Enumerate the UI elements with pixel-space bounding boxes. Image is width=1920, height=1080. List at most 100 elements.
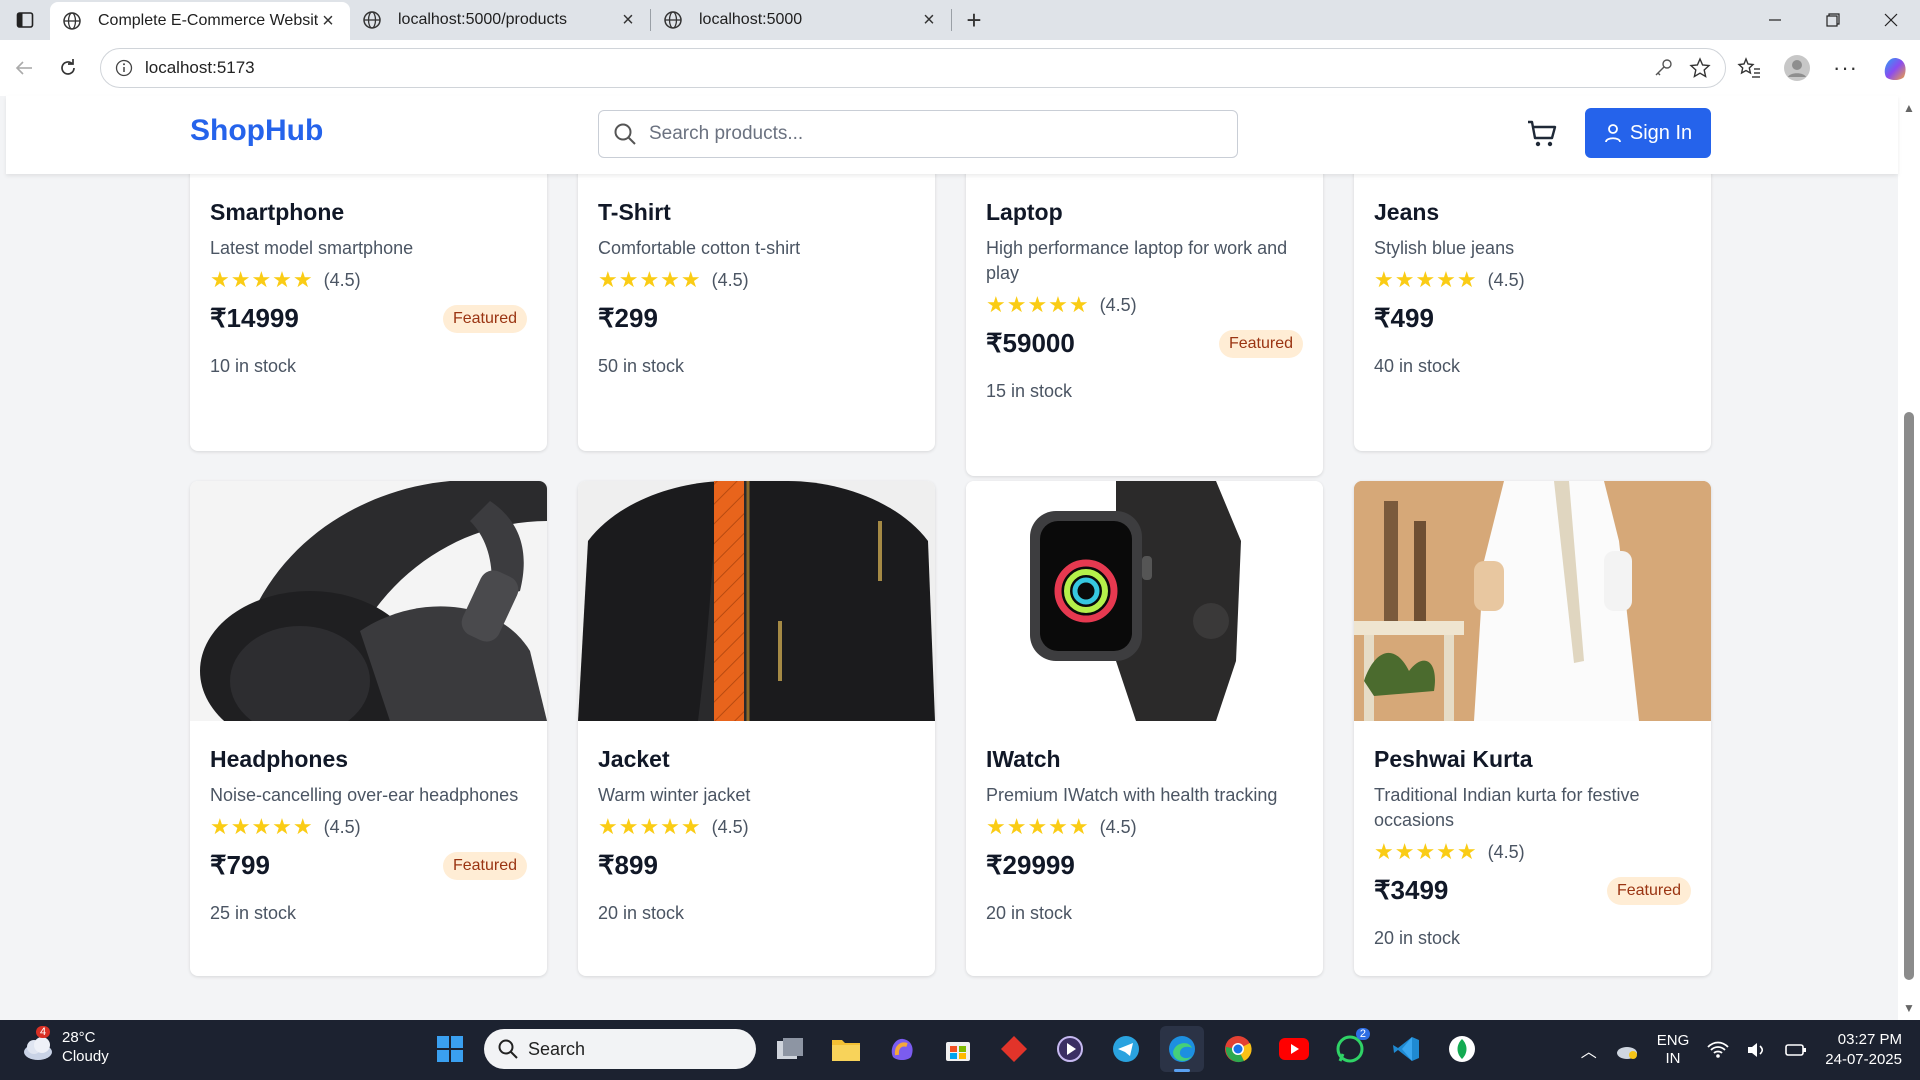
more-options-icon[interactable]: ··· xyxy=(1833,55,1858,81)
close-tab-icon[interactable]: × xyxy=(618,9,638,31)
cart-icon xyxy=(1528,120,1557,147)
product-card-iwatch[interactable]: IWatch Premium IWatch with health tracki… xyxy=(966,481,1323,976)
taskbar-search-label: Search xyxy=(528,1038,586,1059)
search-icon xyxy=(498,1039,518,1059)
product-description: Traditional Indian kurta for festive occ… xyxy=(1374,785,1640,830)
close-tab-icon[interactable]: × xyxy=(318,10,338,32)
product-rating: ★★★★★ (4.5) xyxy=(1374,267,1691,293)
back-button[interactable] xyxy=(4,48,44,88)
media-player-icon[interactable] xyxy=(1048,1026,1092,1072)
taskbar-search[interactable]: Search xyxy=(484,1029,756,1069)
tab-title: localhost:5000 xyxy=(699,11,803,28)
git-app-icon[interactable] xyxy=(992,1026,1036,1072)
edge-browser-icon[interactable] xyxy=(1160,1026,1204,1072)
product-description: Noise-cancelling over-ear headphones xyxy=(210,785,519,805)
sign-in-label: Sign In xyxy=(1629,121,1693,144)
browser-toolbar-right: ··· xyxy=(1737,48,1910,88)
tab-products[interactable]: localhost:5000/products × xyxy=(350,2,650,38)
product-price: ₹299 xyxy=(598,303,658,333)
clock[interactable]: 03:27 PM 24-07-2025 xyxy=(1825,1030,1902,1070)
close-window-button[interactable] xyxy=(1862,0,1920,40)
minimize-icon xyxy=(1769,19,1781,21)
rating-value: (4.5) xyxy=(711,816,749,837)
product-name: Laptop xyxy=(986,199,1063,225)
volume-icon[interactable] xyxy=(1747,1041,1767,1059)
restore-button[interactable] xyxy=(1804,0,1862,40)
battery-icon[interactable] xyxy=(1785,1042,1807,1058)
product-description: Comfortable cotton t-shirt xyxy=(598,238,801,258)
whatsapp-icon[interactable]: 2 xyxy=(1328,1026,1372,1072)
search-input[interactable] xyxy=(649,123,1223,145)
chevron-up-icon[interactable]: ︿ xyxy=(1581,1038,1597,1062)
product-image-kurta xyxy=(1354,481,1711,721)
rating-value: (4.5) xyxy=(323,269,361,290)
product-description: Premium IWatch with health tracking xyxy=(986,785,1278,805)
copilot-app-icon[interactable] xyxy=(880,1026,924,1072)
copilot-icon[interactable] xyxy=(1880,53,1910,83)
telegram-icon[interactable] xyxy=(1104,1026,1148,1072)
chrome-icon[interactable] xyxy=(1216,1026,1260,1072)
page-scrollbar[interactable]: ▲ ▼ xyxy=(1898,96,1920,1020)
wifi-icon[interactable] xyxy=(1707,1041,1729,1059)
tab-actions-button[interactable] xyxy=(0,0,50,40)
tab-actions-icon xyxy=(16,12,34,28)
product-price: ₹499 xyxy=(1374,303,1434,333)
file-explorer-icon[interactable] xyxy=(824,1026,868,1072)
vscode-icon[interactable] xyxy=(1384,1026,1428,1072)
refresh-button[interactable] xyxy=(48,48,88,88)
start-button[interactable] xyxy=(428,1026,472,1072)
weather-badge: 4 xyxy=(36,1026,51,1038)
product-name: Peshwai Kurta xyxy=(1374,746,1533,772)
product-stock: 20 in stock xyxy=(1374,928,1461,948)
sign-in-button[interactable]: Sign In xyxy=(1585,108,1711,158)
rating-value: (4.5) xyxy=(1099,294,1137,315)
scroll-down-icon[interactable]: ▼ xyxy=(1903,1002,1915,1014)
product-card-headphones[interactable]: Headphones Noise-cancelling over-ear hea… xyxy=(190,481,547,976)
mongodb-icon[interactable] xyxy=(1440,1026,1484,1072)
tab-localhost[interactable]: localhost:5000 × xyxy=(651,2,951,38)
new-tab-button[interactable]: + xyxy=(952,2,996,38)
product-card-peshwai-kurta[interactable]: Peshwai Kurta Traditional Indian kurta f… xyxy=(1354,481,1711,976)
microsoft-store-icon[interactable] xyxy=(936,1026,980,1072)
clock-date: 24-07-2025 xyxy=(1825,1051,1902,1068)
scrollbar-thumb[interactable] xyxy=(1904,412,1914,980)
product-stock: 15 in stock xyxy=(986,381,1073,401)
language-indicator[interactable]: ENG IN xyxy=(1657,1032,1690,1068)
favorite-star-icon[interactable] xyxy=(1689,57,1711,79)
product-card-smartphone[interactable]: Smartphone Latest model smartphone ★★★★★… xyxy=(190,174,547,451)
product-card-tshirt[interactable]: T-Shirt Comfortable cotton t-shirt ★★★★★… xyxy=(578,174,935,451)
site-info-icon[interactable] xyxy=(115,59,133,77)
window-controls xyxy=(1746,0,1920,40)
tab-ecommerce[interactable]: Complete E-Commerce Website × xyxy=(50,2,350,40)
scroll-up-icon[interactable]: ▲ xyxy=(1903,102,1915,114)
shophub-logo[interactable]: ShopHub xyxy=(190,114,323,148)
product-card-jacket[interactable]: Jacket Warm winter jacket ★★★★★ (4.5) ₹89… xyxy=(578,481,935,976)
task-view-icon[interactable] xyxy=(768,1026,812,1072)
product-name: Jacket xyxy=(598,746,670,772)
weather-widget[interactable]: 4 28°C Cloudy xyxy=(20,1026,109,1066)
minimize-button[interactable] xyxy=(1746,0,1804,40)
cart-button[interactable] xyxy=(1524,116,1560,152)
product-stock: 10 in stock xyxy=(210,356,297,376)
browser-tab-strip: Complete E-Commerce Website × localhost:… xyxy=(0,0,1920,40)
profile-avatar-icon[interactable] xyxy=(1783,54,1811,82)
rating-value: (4.5) xyxy=(711,269,749,290)
onedrive-icon[interactable] xyxy=(1615,1040,1639,1060)
product-card-laptop[interactable]: Laptop High performance laptop for work … xyxy=(966,174,1323,476)
url-text[interactable]: localhost:5173 xyxy=(145,58,1653,78)
product-rating: ★★★★★ (4.5) xyxy=(598,267,915,293)
restore-icon xyxy=(1826,13,1840,27)
product-name: Jeans xyxy=(1374,199,1440,225)
product-card-jeans[interactable]: Jeans Stylish blue jeans ★★★★★ (4.5) ₹499… xyxy=(1354,174,1711,451)
key-icon[interactable] xyxy=(1653,58,1673,78)
youtube-icon[interactable] xyxy=(1272,1026,1316,1072)
tab-title: Complete E-Commerce Website xyxy=(98,12,318,29)
close-tab-icon[interactable]: × xyxy=(919,9,939,31)
product-stock: 20 in stock xyxy=(598,903,685,923)
product-price: ₹59000 xyxy=(986,328,1075,358)
search-bar[interactable] xyxy=(598,110,1238,158)
omnibox[interactable]: localhost:5173 xyxy=(100,48,1726,88)
product-description: High performance laptop for work and pla… xyxy=(986,238,1288,283)
rating-value: (4.5) xyxy=(1099,816,1137,837)
favorites-icon[interactable] xyxy=(1737,57,1761,79)
